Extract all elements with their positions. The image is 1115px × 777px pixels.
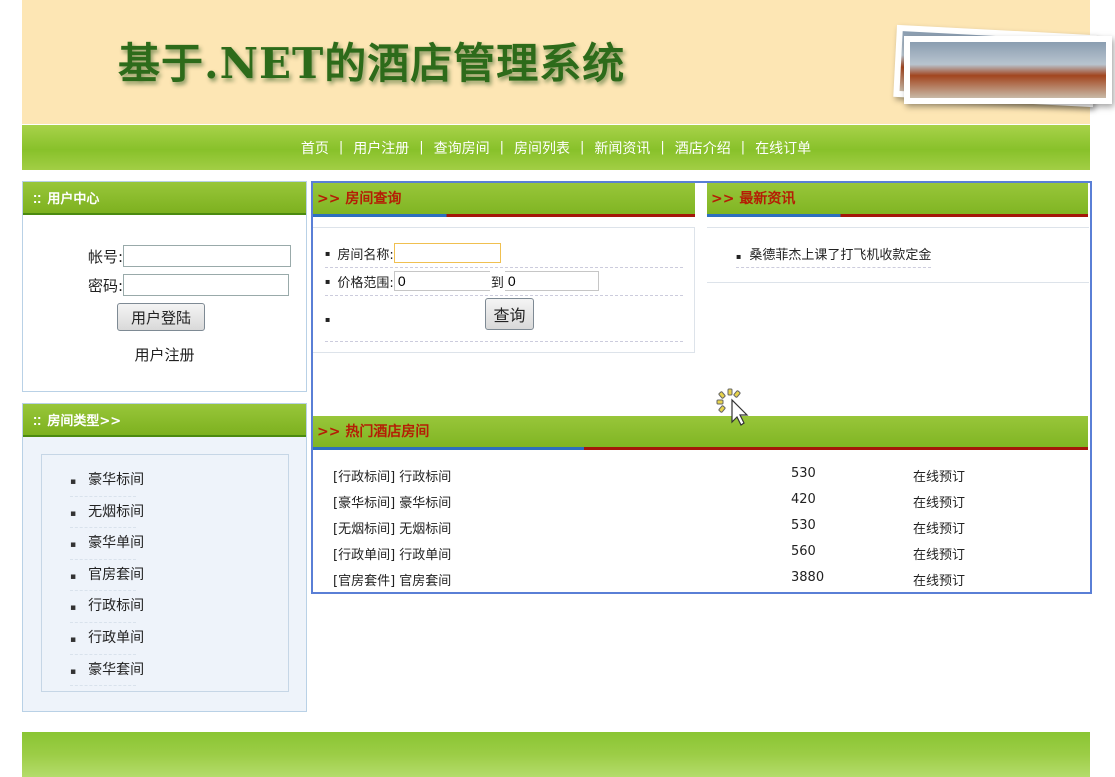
book-online-link[interactable]: 在线预订: [913, 570, 965, 589]
bullet-icon: ▪: [325, 276, 331, 286]
hot-room-row: [行政标间] 行政标间 530 在线预订: [333, 466, 1073, 492]
nav-item-register[interactable]: 用户注册: [343, 138, 419, 158]
site-header: 基于.NET的酒店管理系统: [22, 0, 1112, 124]
hot-room-name[interactable]: [无烟标间] 无烟标间: [333, 518, 451, 537]
account-label: 帐号:: [87, 247, 123, 266]
grip-icon: ⁚⁚: [33, 193, 42, 206]
hot-room-price: 3880: [791, 570, 825, 585]
nav-item-online-orders[interactable]: 在线订单: [745, 138, 821, 158]
book-online-link[interactable]: 在线预订: [913, 466, 965, 485]
book-online-link[interactable]: 在线预订: [913, 544, 965, 563]
book-online-link[interactable]: 在线预订: [913, 518, 965, 537]
price-from-input[interactable]: [393, 271, 490, 291]
hot-room-row: [官房套件] 官房套间 3880 在线预订: [333, 570, 1073, 596]
nav-item-room-list[interactable]: 房间列表: [504, 138, 580, 158]
grip-icon: ⁚⁚: [33, 415, 42, 428]
room-types-title: 房间类型>>: [47, 414, 122, 429]
room-search-title: >> 房间查询: [317, 191, 402, 207]
account-input[interactable]: [123, 245, 291, 267]
hot-rooms-title: >> 热门酒店房间: [317, 424, 430, 440]
password-input[interactable]: [123, 274, 289, 296]
hot-room-price: 530: [791, 466, 816, 481]
nav-item-search-rooms[interactable]: 查询房间: [424, 138, 500, 158]
hotel-photo-front: [904, 36, 1112, 104]
hot-room-name[interactable]: [官房套件] 官房套间: [333, 570, 451, 589]
site-footer: [22, 732, 1090, 777]
price-to-label: 到: [490, 275, 504, 291]
bullet-icon: ▪: [325, 314, 331, 324]
room-type-item[interactable]: 无烟标间: [70, 497, 144, 529]
hot-room-row: [无烟标间] 无烟标间 530 在线预订: [333, 518, 1073, 544]
room-name-label: 房间名称:: [337, 247, 394, 263]
bullet-icon: ▪: [325, 248, 331, 258]
site-title: 基于.NET的酒店管理系统: [118, 39, 626, 88]
room-type-item[interactable]: 行政单间: [70, 623, 144, 655]
room-type-item[interactable]: 行政标间: [70, 591, 144, 623]
room-name-input[interactable]: [393, 243, 501, 263]
latest-news-header: >> 最新资讯: [707, 183, 1088, 217]
room-types-panel: ⁚⁚ 房间类型>> 豪华标间 无烟标间 豪华单间 官房套间 行政标间 行政单间 豪…: [22, 403, 307, 712]
room-type-item[interactable]: 豪华标间: [70, 465, 144, 497]
room-name-row: ▪ 房间名称:: [325, 239, 683, 268]
main-nav: 首页 | 用户注册 | 查询房间 | 房间列表 | 新闻资讯 | 酒店介绍 | …: [22, 125, 1090, 170]
user-center-title: 用户中心: [47, 192, 100, 207]
password-row: 密码:: [63, 274, 289, 296]
nav-item-home[interactable]: 首页: [291, 138, 339, 158]
price-range-row: ▪ 价格范围: 到: [325, 267, 683, 296]
room-search-header: >> 房间查询: [313, 183, 695, 217]
news-item[interactable]: ▪ 桑德菲杰上课了打飞机收款定金: [736, 244, 932, 268]
room-search-form: ▪ 房间名称: ▪ 价格范围: 到 ▪ 查询: [313, 227, 695, 353]
hot-room-row: [豪华标间] 豪华标间 420 在线预订: [333, 492, 1073, 518]
hot-room-name[interactable]: [行政标间] 行政标间: [333, 466, 451, 485]
main-content: >> 房间查询 ▪ 房间名称: ▪ 价格范围: 到 ▪ 查询 >> 最新资讯 ▪…: [311, 181, 1092, 594]
hot-rooms-header: >> 热门酒店房间: [313, 416, 1088, 450]
hot-room-price: 560: [791, 544, 816, 559]
book-online-link[interactable]: 在线预订: [913, 492, 965, 511]
hot-room-price: 530: [791, 518, 816, 533]
price-range-label: 价格范围:: [337, 275, 394, 291]
room-types-header: ⁚⁚ 房间类型>>: [23, 404, 306, 437]
room-type-item[interactable]: 官房套间: [70, 560, 144, 592]
room-types-list-box: 豪华标间 无烟标间 豪华单间 官房套间 行政标间 行政单间 豪华套间: [41, 454, 289, 692]
user-center-header: ⁚⁚ 用户中心: [23, 182, 306, 215]
bullet-icon: ▪: [736, 252, 742, 261]
room-types-list: 豪华标间 无烟标间 豪华单间 官房套间 行政标间 行政单间 豪华套间: [42, 455, 288, 687]
login-button[interactable]: 用户登陆: [117, 303, 205, 331]
hot-room-price: 420: [791, 492, 816, 507]
price-to-input[interactable]: [504, 271, 599, 291]
nav-item-news[interactable]: 新闻资讯: [584, 138, 660, 158]
search-button[interactable]: 查询: [485, 298, 534, 330]
user-center-panel: ⁚⁚ 用户中心 帐号: 密码: 用户登陆 用户注册: [22, 181, 307, 392]
latest-news-title: >> 最新资讯: [711, 191, 796, 207]
busy-cursor-icon: [716, 388, 749, 426]
news-item-text[interactable]: 桑德菲杰上课了打飞机收款定金: [749, 248, 931, 263]
account-row: 帐号:: [63, 245, 291, 267]
register-link[interactable]: 用户注册: [23, 344, 306, 365]
room-type-item[interactable]: 豪华单间: [70, 528, 144, 560]
hot-room-name[interactable]: [豪华标间] 豪华标间: [333, 492, 451, 511]
password-label: 密码:: [87, 276, 123, 295]
nav-item-hotel-intro[interactable]: 酒店介绍: [665, 138, 741, 158]
room-type-item[interactable]: 豪华套间: [70, 655, 144, 687]
hot-room-name[interactable]: [行政单间] 行政单间: [333, 544, 451, 563]
hot-room-row: [行政单间] 行政单间 560 在线预订: [333, 544, 1073, 570]
